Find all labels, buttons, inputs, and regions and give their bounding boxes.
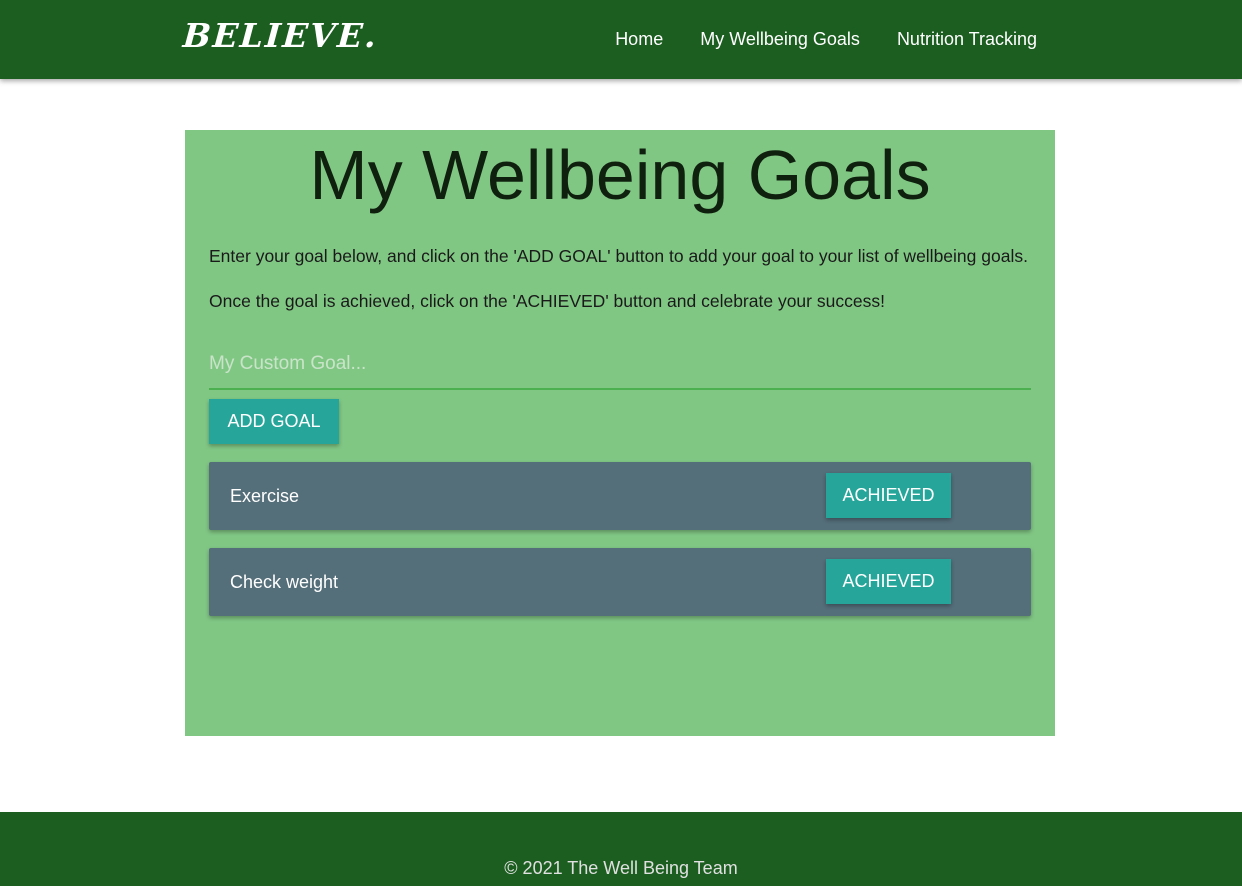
footer: © 2021 The Well Being Team [0, 812, 1242, 886]
goal-item: Check weight ACHIEVED [209, 547, 1031, 616]
intro-text-achieved: Once the goal is achieved, click on the … [209, 290, 885, 311]
page-title: My Wellbeing Goals [309, 136, 931, 214]
nav-link-wellbeing-goals[interactable]: My Wellbeing Goals [700, 29, 860, 50]
brand-logo[interactable]: BELIEVE. [182, 16, 380, 55]
goal-text: Exercise [230, 485, 300, 506]
intro-text-add: Enter your goal below, and click on the … [209, 245, 1028, 266]
nav-links: Home My Wellbeing Goals Nutrition Tracki… [578, 0, 1037, 79]
top-navbar: BELIEVE. Home My Wellbeing Goals Nutriti… [0, 0, 1242, 79]
goal-list: Exercise ACHIEVED Check weight ACHIEVED [209, 461, 1031, 616]
nav-link-home[interactable]: Home [615, 29, 663, 50]
achieved-button[interactable]: ACHIEVED [826, 472, 951, 518]
achieved-button[interactable]: ACHIEVED [826, 558, 951, 604]
goal-text: Check weight [230, 571, 339, 592]
page: BELIEVE. Home My Wellbeing Goals Nutriti… [0, 0, 1242, 886]
goal-item: Exercise ACHIEVED [209, 461, 1031, 530]
add-goal-button[interactable]: ADD GOAL [209, 398, 339, 444]
goals-card: My Wellbeing Goals Enter your goal below… [185, 130, 1055, 736]
nav-link-nutrition-tracking[interactable]: Nutrition Tracking [897, 29, 1037, 50]
copyright-text: © 2021 The Well Being Team [504, 858, 738, 878]
custom-goal-input[interactable] [209, 340, 1031, 390]
